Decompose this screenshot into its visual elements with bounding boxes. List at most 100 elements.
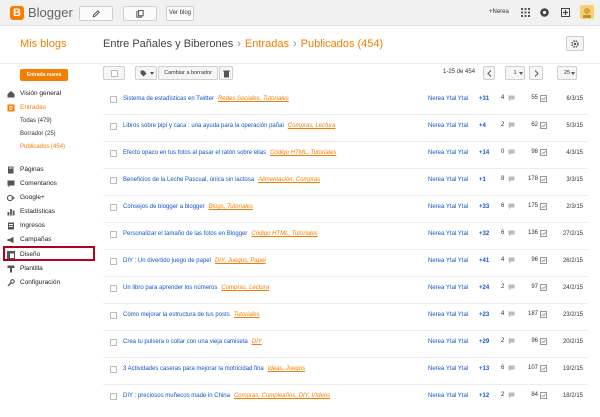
comment-count[interactable]: 6 bbox=[501, 203, 504, 209]
table-row[interactable]: DIY : Un divertido juego de papel DIY, Ju… bbox=[103, 250, 588, 277]
brand-name[interactable]: Blogger bbox=[28, 6, 73, 20]
avatar[interactable] bbox=[580, 5, 594, 19]
stats-icon[interactable] bbox=[540, 176, 547, 183]
plus-count[interactable]: +29 bbox=[479, 339, 489, 345]
table-row[interactable]: Libros sobre pipí y caca : una ayuda par… bbox=[103, 115, 588, 142]
post-title-link[interactable]: Crea tu pulsera o collar con una vieja c… bbox=[123, 339, 248, 345]
stats-icon[interactable] bbox=[540, 95, 547, 102]
post-title-link[interactable]: Consejos de blogger a blogger bbox=[123, 204, 205, 210]
table-row[interactable]: Crea tu pulsera o collar con una vieja c… bbox=[103, 331, 588, 358]
post-author[interactable]: Nerea Ytal Ytal bbox=[428, 204, 468, 210]
post-title-link[interactable]: Sistema de estadísticas en Twitter bbox=[123, 96, 214, 102]
table-row[interactable]: Cómo mejorar la estructura de tus posts T… bbox=[103, 304, 588, 331]
blog-name-link[interactable]: Entre Pañales y Biberones bbox=[103, 38, 233, 50]
post-labels[interactable]: Alimentación, Compras bbox=[258, 177, 320, 183]
sidebar-subitem-published[interactable]: Publicados (454) bbox=[20, 144, 65, 150]
row-checkbox[interactable] bbox=[110, 231, 117, 238]
stats-icon[interactable] bbox=[540, 149, 547, 156]
row-checkbox[interactable] bbox=[110, 204, 117, 211]
stats-icon[interactable] bbox=[540, 284, 547, 291]
row-checkbox[interactable] bbox=[110, 366, 117, 373]
settings-gear-button[interactable] bbox=[566, 36, 584, 51]
user-profile-link[interactable]: +Nerea bbox=[489, 9, 509, 15]
row-checkbox[interactable] bbox=[110, 177, 117, 184]
my-blogs-link[interactable]: Mis blogs bbox=[20, 38, 66, 50]
table-row[interactable]: Sistema de estadísticas en Twitter Redes … bbox=[103, 88, 588, 115]
post-author[interactable]: Nerea Ytal Ytal bbox=[428, 231, 468, 237]
comment-count[interactable]: 4 bbox=[501, 95, 504, 101]
comment-count[interactable]: 6 bbox=[501, 230, 504, 236]
plus-count[interactable]: +24 bbox=[479, 285, 489, 291]
posts-breadcrumb-link[interactable]: Entradas bbox=[245, 38, 289, 50]
plus-count[interactable]: +14 bbox=[479, 150, 489, 156]
plus-count[interactable]: +32 bbox=[479, 231, 489, 237]
post-author[interactable]: Nerea Ytal Ytal bbox=[428, 123, 468, 129]
blogger-logo-icon[interactable] bbox=[10, 6, 24, 20]
table-row[interactable]: Beneficios de la Leche Pascual, única si… bbox=[103, 169, 588, 196]
post-author[interactable]: Nerea Ytal Ytal bbox=[428, 177, 468, 183]
row-checkbox[interactable] bbox=[110, 96, 117, 103]
view-posts-button[interactable] bbox=[123, 6, 157, 21]
view-blog-button[interactable]: Ver blog bbox=[166, 6, 194, 21]
table-row[interactable]: DIY : preciosos muñecos made in China Com… bbox=[103, 385, 588, 412]
plus-count[interactable]: +13 bbox=[479, 366, 489, 372]
plus-count[interactable]: +33 bbox=[479, 204, 489, 210]
plus-count[interactable]: +41 bbox=[479, 258, 489, 264]
post-author[interactable]: Nerea Ytal Ytal bbox=[428, 96, 468, 102]
next-page-button[interactable] bbox=[529, 66, 543, 80]
post-labels[interactable]: Redes Sociales, Tutoriales bbox=[218, 96, 289, 102]
comment-count[interactable]: 4 bbox=[501, 311, 504, 317]
stats-icon[interactable] bbox=[540, 257, 547, 264]
post-title-link[interactable]: DIY : preciosos muñecos made in China bbox=[123, 393, 230, 399]
comment-count[interactable]: 2 bbox=[501, 122, 504, 128]
post-title-link[interactable]: 3 Actividades caseras para mejorar la mo… bbox=[123, 366, 264, 372]
post-title-link[interactable]: Personalizar el tamaño de las fotos en B… bbox=[123, 231, 247, 237]
stats-icon[interactable] bbox=[540, 230, 547, 237]
sidebar-subitem-draft[interactable]: Borrador (25) bbox=[20, 131, 56, 137]
stats-icon[interactable] bbox=[540, 338, 547, 345]
post-labels[interactable]: Código HTML, Tutoriales bbox=[270, 150, 336, 156]
select-all-checkbox-button[interactable] bbox=[103, 66, 125, 80]
revert-to-draft-button[interactable]: Cambiar a borrador bbox=[158, 66, 218, 80]
comment-count[interactable]: 2 bbox=[501, 338, 504, 344]
stats-icon[interactable] bbox=[540, 365, 547, 372]
plus-count[interactable]: +31 bbox=[479, 96, 489, 102]
plus-count[interactable]: +12 bbox=[479, 393, 489, 399]
row-checkbox[interactable] bbox=[110, 393, 117, 400]
share-plus-icon[interactable] bbox=[561, 8, 570, 17]
post-title-link[interactable]: Efecto opaco en tus fotos al pasar el ra… bbox=[123, 150, 266, 156]
post-labels[interactable]: Código HTML, Tutoriales bbox=[251, 231, 317, 237]
new-post-pencil-button[interactable] bbox=[79, 6, 113, 21]
post-labels[interactable]: DIY, Juegos, Papel bbox=[215, 258, 266, 264]
stats-icon[interactable] bbox=[540, 392, 547, 399]
comment-count[interactable]: 0 bbox=[501, 149, 504, 155]
stats-icon[interactable] bbox=[540, 311, 547, 318]
post-title-link[interactable]: Libros sobre pipí y caca : una ayuda par… bbox=[123, 123, 284, 129]
row-checkbox[interactable] bbox=[110, 150, 117, 157]
comment-count[interactable]: 8 bbox=[501, 176, 504, 182]
post-labels[interactable]: Compras, Lectura bbox=[221, 285, 269, 291]
stats-icon[interactable] bbox=[540, 122, 547, 129]
post-labels[interactable]: Blogs, Tutoriales bbox=[209, 204, 253, 210]
comment-count[interactable]: 6 bbox=[501, 365, 504, 371]
stats-icon[interactable] bbox=[540, 203, 547, 210]
row-checkbox[interactable] bbox=[110, 285, 117, 292]
apps-grid-icon[interactable] bbox=[521, 8, 530, 17]
plus-count[interactable]: +1 bbox=[479, 177, 486, 183]
sidebar-item-stats[interactable]: Estadísticas bbox=[7, 207, 97, 218]
sidebar-item-google-plus[interactable]: Google+ bbox=[7, 193, 97, 204]
prev-page-button[interactable] bbox=[483, 66, 495, 80]
sidebar-item-campaigns[interactable]: Campañas bbox=[7, 235, 97, 246]
table-row[interactable]: 3 Actividades caseras para mejorar la mo… bbox=[103, 358, 588, 385]
post-author[interactable]: Nerea Ytal Ytal bbox=[428, 393, 468, 399]
post-author[interactable]: Nerea Ytal Ytal bbox=[428, 150, 468, 156]
table-row[interactable]: Un libro para aprender los números Compra… bbox=[103, 277, 588, 304]
post-title-link[interactable]: Un libro para aprender los números bbox=[123, 285, 217, 291]
labels-dropdown-button[interactable] bbox=[135, 66, 157, 80]
row-checkbox[interactable] bbox=[110, 339, 117, 346]
sidebar-item-pages[interactable]: Páginas bbox=[7, 165, 97, 176]
page-select[interactable]: 1 bbox=[505, 66, 525, 80]
post-title-link[interactable]: DIY : Un divertido juego de papel bbox=[123, 258, 211, 264]
post-author[interactable]: Nerea Ytal Ytal bbox=[428, 366, 468, 372]
post-title-link[interactable]: Cómo mejorar la estructura de tus posts bbox=[123, 312, 230, 318]
